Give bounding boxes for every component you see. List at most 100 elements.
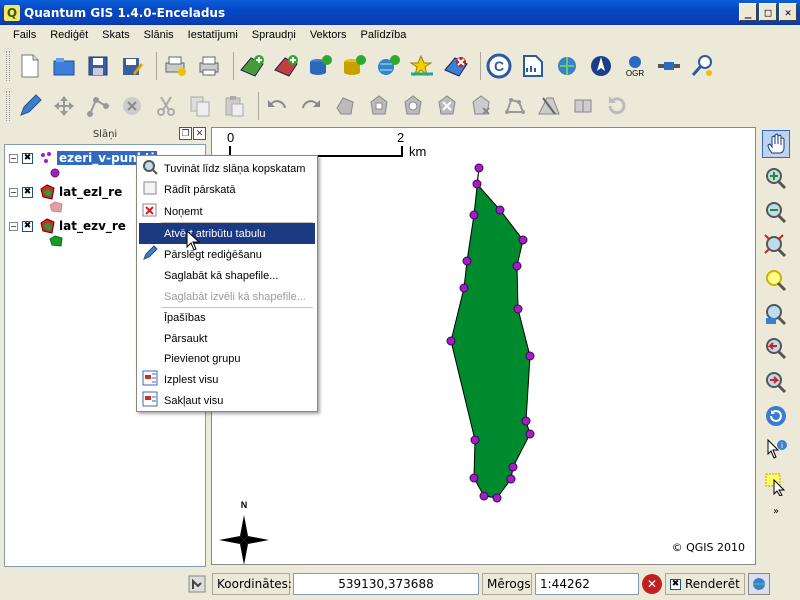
vertex-point[interactable]	[521, 416, 531, 426]
paste-features-icon[interactable]	[220, 92, 248, 120]
zoom-next-icon[interactable]	[762, 368, 790, 396]
select-features-icon[interactable]	[762, 470, 790, 498]
new-vector-layer-icon[interactable]	[408, 52, 436, 80]
layer-visibility-checkbox[interactable]: ✖	[22, 186, 33, 198]
refresh-icon[interactable]	[762, 402, 790, 430]
layer-visibility-checkbox[interactable]: ✖	[22, 152, 33, 164]
menu-view[interactable]: Skats	[95, 29, 137, 41]
ogr-converter-icon[interactable]: OGR	[621, 52, 649, 80]
layer-name[interactable]: lat_ezv_re	[59, 219, 126, 233]
vertex-point[interactable]	[525, 351, 535, 361]
more-tools-chevron-icon[interactable]: »	[762, 504, 790, 518]
copy-features-icon[interactable]	[186, 92, 214, 120]
vertex-point[interactable]	[479, 491, 489, 501]
vertex-point[interactable]	[508, 462, 518, 472]
identify-plugin-icon[interactable]	[689, 52, 717, 80]
move-feature-icon[interactable]	[50, 92, 78, 120]
remove-layer-icon[interactable]	[442, 52, 470, 80]
menu-item-remove[interactable]: Noņemt	[139, 201, 315, 222]
menu-item-zoom-to-layer[interactable]: Tuvināt līdz slāņa kopskatam	[139, 158, 315, 179]
menu-item-properties[interactable]: Īpašības	[139, 307, 315, 328]
menu-item-toggle-editing[interactable]: Pārslēgt rediģēšanu	[139, 244, 315, 265]
copyright-label-icon[interactable]: C	[485, 52, 513, 80]
vertex-point[interactable]	[518, 235, 528, 245]
menu-item-show-in-overview[interactable]: Rādīt pārskatā	[139, 179, 315, 200]
layer-item[interactable]: − ✖ ezeri_v-punkti	[9, 149, 157, 167]
vertex-point[interactable]	[512, 261, 522, 271]
vertex-point[interactable]	[495, 205, 505, 215]
toolbar-grip[interactable]	[6, 51, 10, 81]
menu-file[interactable]: Fails	[6, 29, 43, 41]
zoom-in-icon[interactable]	[762, 164, 790, 192]
split-features-icon[interactable]	[535, 92, 563, 120]
zoom-full-icon[interactable]	[762, 232, 790, 260]
vertex-point[interactable]	[469, 473, 479, 483]
layer-item[interactable]: − ✖ lat_ezv_re	[9, 217, 126, 235]
menu-vector[interactable]: Vektors	[303, 29, 354, 41]
vertex-point[interactable]	[474, 163, 484, 173]
layer-visibility-checkbox[interactable]: ✖	[22, 220, 33, 232]
coordinates-field[interactable]: 539130,373688	[293, 573, 479, 595]
float-panel-button[interactable]: ❐	[179, 127, 192, 140]
render-toggle[interactable]: ✖ Renderēt	[665, 573, 745, 595]
vertex-point[interactable]	[513, 304, 523, 314]
toggle-editing-icon[interactable]	[16, 92, 44, 120]
menu-item-save-as-shapefile[interactable]: Saglabāt kā shapefile...	[139, 265, 315, 286]
open-project-icon[interactable]	[50, 52, 78, 80]
add-island-icon[interactable]	[399, 92, 427, 120]
zoom-last-icon[interactable]	[762, 334, 790, 362]
merge-features-icon[interactable]	[569, 92, 597, 120]
dxf-export-icon[interactable]	[655, 52, 683, 80]
scale-bar-icon[interactable]	[519, 52, 547, 80]
menu-item-open-attribute-table[interactable]: Atvērt atribūtu tabulu	[139, 223, 315, 244]
projection-icon[interactable]	[748, 573, 770, 595]
gps-tools-icon[interactable]	[553, 52, 581, 80]
save-project-icon[interactable]	[84, 52, 112, 80]
undo-icon[interactable]	[263, 92, 291, 120]
minimize-button[interactable]: _	[739, 3, 757, 21]
pan-hand-icon[interactable]	[762, 130, 790, 158]
collapse-toggle[interactable]: −	[9, 221, 18, 231]
vertex-point[interactable]	[492, 493, 502, 503]
vertex-point[interactable]	[470, 435, 480, 445]
new-project-icon[interactable]	[16, 52, 44, 80]
maximize-button[interactable]: □	[759, 3, 777, 21]
print-icon[interactable]	[195, 52, 223, 80]
redo-icon[interactable]	[297, 92, 325, 120]
vertex-point[interactable]	[525, 429, 535, 439]
toolbar-grip[interactable]	[6, 91, 10, 121]
vertex-point[interactable]	[446, 336, 456, 346]
add-ring-icon[interactable]	[365, 92, 393, 120]
add-raster-layer-icon[interactable]	[272, 52, 300, 80]
render-checkbox[interactable]: ✖	[670, 578, 681, 590]
vertex-point[interactable]	[462, 256, 472, 266]
add-postgis-layer-icon[interactable]	[306, 52, 334, 80]
simplify-feature-icon[interactable]	[331, 92, 359, 120]
layer-item[interactable]: − ✖ lat_ezl_re	[9, 183, 122, 201]
close-panel-button[interactable]: ✕	[193, 127, 206, 140]
vertex-point[interactable]	[472, 179, 482, 189]
cut-features-icon[interactable]	[152, 92, 180, 120]
print-composer-icon[interactable]	[161, 52, 189, 80]
reshape-features-icon[interactable]	[501, 92, 529, 120]
menu-layer[interactable]: Slānis	[137, 29, 181, 41]
vertex-point[interactable]	[506, 474, 516, 484]
add-spatialite-layer-icon[interactable]	[340, 52, 368, 80]
layer-name[interactable]: lat_ezl_re	[59, 185, 122, 199]
menu-settings[interactable]: Iestatījumi	[181, 29, 245, 41]
delete-ring-icon[interactable]	[433, 92, 461, 120]
menu-item-expand-all[interactable]: Izplest visu	[139, 369, 315, 390]
north-arrow-icon[interactable]	[587, 52, 615, 80]
zoom-to-selection-icon[interactable]	[762, 266, 790, 294]
menu-item-add-group[interactable]: Pievienot grupu	[139, 348, 315, 369]
close-button[interactable]: ✕	[779, 3, 797, 21]
zoom-out-icon[interactable]	[762, 198, 790, 226]
node-tool-icon[interactable]	[84, 92, 112, 120]
collapse-toggle[interactable]: −	[9, 153, 18, 163]
scale-field[interactable]: 1:44262	[535, 573, 639, 595]
menu-help[interactable]: Palīdzība	[354, 29, 414, 41]
save-as-icon[interactable]	[118, 52, 146, 80]
identify-features-icon[interactable]: i	[762, 436, 790, 464]
menu-plugins[interactable]: Spraudņi	[245, 29, 303, 41]
menu-item-rename[interactable]: Pārsaukt	[139, 328, 315, 349]
